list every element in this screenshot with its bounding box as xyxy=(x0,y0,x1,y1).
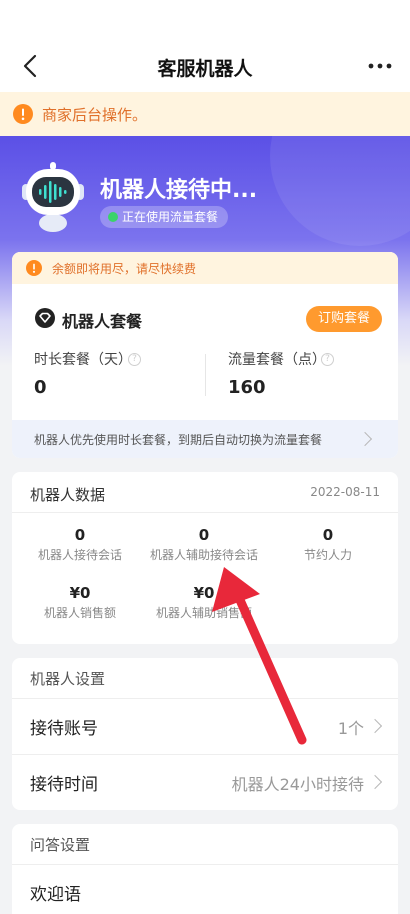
settings-row-reception-time[interactable]: 接待时间 机器人24小时接待 xyxy=(12,754,398,810)
section-title: 机器人设置 xyxy=(30,670,106,688)
balance-alert-text: 余额即将用尽，请尽快续费 xyxy=(52,262,197,276)
robot-data-card: 机器人数据 2022-08-11 0 机器人接待会话 0 机器人辅助接待会话 0… xyxy=(12,472,398,644)
data-date: 2022-08-11 xyxy=(310,485,380,499)
metric-value: ¥0 xyxy=(69,584,91,602)
row-value: 1个 xyxy=(337,719,364,738)
row-value: 机器人24小时接待 xyxy=(231,775,364,794)
balance-alert: 余额即将用尽，请尽快续费 xyxy=(12,252,398,284)
package-footer[interactable]: 机器人优先使用时长套餐，到期后自动切换为流量套餐 xyxy=(12,420,398,458)
more-dots-icon[interactable] xyxy=(366,53,394,79)
time-package-value: 0 xyxy=(34,377,47,398)
row-label: 欢迎语 xyxy=(30,885,81,905)
robot-status-title: 机器人接待中... xyxy=(100,178,258,203)
row-label: 接待时间 xyxy=(30,775,98,795)
row-label: 接待账号 xyxy=(30,719,98,739)
time-package-label: 时长套餐（天） xyxy=(34,352,132,368)
divider xyxy=(205,354,206,396)
metric-value: ¥0 xyxy=(193,584,215,602)
page-title: 客服机器人 xyxy=(157,58,253,80)
robot-avatar-icon xyxy=(22,162,84,232)
nav-bar: 客服机器人 xyxy=(0,40,410,92)
metric-item: 0 机器人接待会话 xyxy=(16,526,144,563)
metric-label: 节约人力 xyxy=(303,548,352,562)
metric-label: 机器人辅助销售额 xyxy=(155,606,252,620)
metric-label: 机器人辅助接待会话 xyxy=(149,548,258,562)
chevron-right-icon xyxy=(367,718,383,734)
status-badge: 正在使用流量套餐 xyxy=(100,206,229,228)
notice-text: 商家后台操作。 xyxy=(42,106,148,124)
robot-settings-card: 机器人设置 接待账号 1个 接待时间 机器人24小时接待 xyxy=(12,658,398,810)
decorative-circle xyxy=(270,136,410,246)
package-diamond-icon xyxy=(35,308,55,328)
help-icon[interactable]: ? xyxy=(128,353,141,366)
metric-item: 0 节约人力 xyxy=(264,526,392,563)
metric-label: 机器人接待会话 xyxy=(37,548,122,562)
warning-circle-icon xyxy=(26,260,42,276)
package-title: 机器人套餐 xyxy=(62,312,143,331)
section-title: 问答设置 xyxy=(30,836,91,854)
chevron-right-icon xyxy=(357,431,373,447)
flow-package-value: 160 xyxy=(228,377,266,398)
metric-item: 0 机器人辅助接待会话 xyxy=(140,526,268,563)
status-badge-label: 正在使用流量套餐 xyxy=(122,210,219,224)
package-card: 余额即将用尽，请尽快续费 机器人套餐 订购套餐 时长套餐（天） ? 0 流量套餐… xyxy=(12,252,398,458)
notice-banner: 商家后台操作。 xyxy=(0,92,410,136)
chevron-right-icon xyxy=(367,774,383,790)
package-footer-text: 机器人优先使用时长套餐，到期后自动切换为流量套餐 xyxy=(34,433,323,447)
help-icon[interactable]: ? xyxy=(321,353,334,366)
divider xyxy=(12,698,398,699)
section-title: 机器人数据 xyxy=(30,486,106,504)
metric-label: 机器人销售额 xyxy=(43,606,116,620)
status-bar xyxy=(0,0,410,40)
metric-value: 0 xyxy=(322,526,334,544)
metric-value: 0 xyxy=(198,526,210,544)
divider xyxy=(12,754,398,755)
warning-circle-icon xyxy=(13,104,33,124)
metric-value: 0 xyxy=(74,526,86,544)
settings-row-welcome-message[interactable]: 欢迎语 xyxy=(12,864,398,914)
divider xyxy=(12,864,398,865)
qa-settings-card: 问答设置 欢迎语 xyxy=(12,824,398,914)
status-dot-icon xyxy=(108,212,118,222)
metric-item: ¥0 机器人销售额 xyxy=(16,584,144,621)
order-package-button[interactable]: 订购套餐 xyxy=(305,306,382,332)
metric-item: ¥0 机器人辅助销售额 xyxy=(140,584,268,621)
divider xyxy=(12,512,398,513)
flow-package-label: 流量套餐（点） xyxy=(228,352,326,368)
settings-row-reception-account[interactable]: 接待账号 1个 xyxy=(12,698,398,754)
